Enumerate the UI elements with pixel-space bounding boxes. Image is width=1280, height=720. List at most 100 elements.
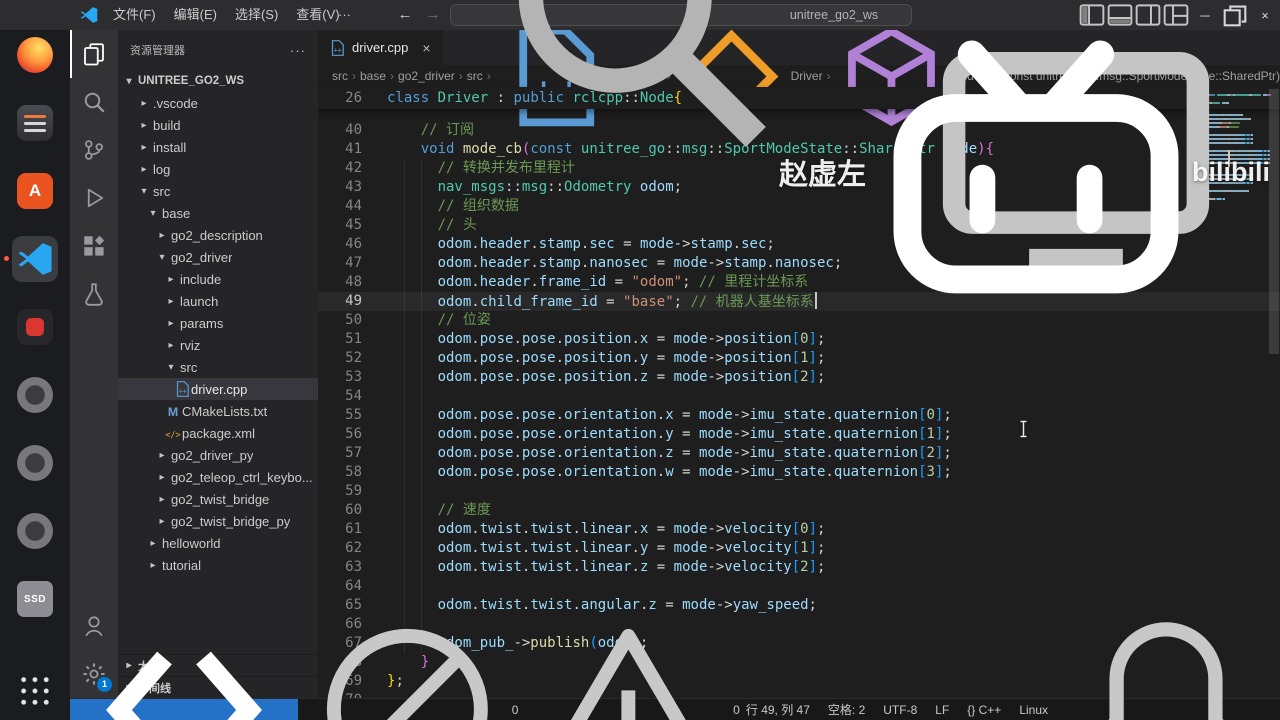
code-line-50[interactable]: 50 // 位姿 <box>318 311 1280 330</box>
tree-item-package.xml[interactable]: </> package.xml <box>118 422 318 444</box>
status-item-5[interactable]: Linux <box>1019 703 1048 717</box>
code-line-62[interactable]: 62 odom.twist.twist.linear.y = mode->vel… <box>318 539 1280 558</box>
restore-button[interactable] <box>1220 0 1250 30</box>
tree-item-go2_driver[interactable]: ▾ go2_driver <box>118 246 318 268</box>
tree-item-.vscode[interactable]: ▸ .vscode <box>118 92 318 114</box>
dock-item-gray-app-2[interactable] <box>12 440 58 486</box>
tree-item-driver.cpp[interactable]: ++ driver.cpp <box>118 378 318 400</box>
search-text: unitree_go2_ws <box>789 8 879 22</box>
dock-item-vscode[interactable] <box>4 236 58 282</box>
customize-layout-icon[interactable] <box>1162 0 1190 30</box>
chevron-right-icon: ▸ <box>141 163 147 175</box>
tree-item-helloworld[interactable]: ▸ helloworld <box>118 532 318 554</box>
explorer-icon <box>82 42 106 66</box>
status-item-0[interactable]: 行 49, 列 47 <box>746 701 810 718</box>
explorer-sidebar: 资源管理器 ··· ▾ UNITREE_GO2_WS ▸ .vscode ▸ buil… <box>118 30 318 698</box>
tree-item-log[interactable]: ▸ log <box>118 158 318 180</box>
tree-item-install[interactable]: ▸ install <box>118 136 318 158</box>
dock-item-files-app[interactable] <box>12 100 58 146</box>
code-line-59[interactable]: 59 <box>318 482 1280 501</box>
menu-item-0[interactable]: 文件(F) <box>104 0 165 30</box>
tree-item-params[interactable]: ▸ params <box>118 312 318 334</box>
tree-item-tutorial[interactable]: ▸ tutorial <box>118 554 318 576</box>
toggle-panel-icon[interactable] <box>1106 0 1134 30</box>
tree-item-include[interactable]: ▸ include <box>118 268 318 290</box>
tree-item-launch[interactable]: ▸ launch <box>118 290 318 312</box>
explorer-actions-button[interactable]: ··· <box>290 43 306 58</box>
chevron-right-icon: ▸ <box>159 229 165 241</box>
menu-item-2[interactable]: 选择(S) <box>226 0 287 30</box>
tab-close-icon[interactable]: × <box>422 40 430 56</box>
tree-item-build[interactable]: ▸ build <box>118 114 318 136</box>
breadcrumb-item-5[interactable]: Driver <box>791 69 823 83</box>
code-line-58[interactable]: 58 odom.pose.pose.orientation.w = mode->… <box>318 463 1280 482</box>
testing-icon <box>82 282 106 306</box>
status-item-2[interactable]: UTF-8 <box>883 703 917 717</box>
line-content: odom.pose.pose.position.z = mode->positi… <box>437 369 826 385</box>
breadcrumb-item-0[interactable]: src <box>332 69 348 83</box>
line-content: // 速度 <box>387 502 491 518</box>
line-number: 59 <box>345 483 362 499</box>
scrollbar-thumb[interactable] <box>1269 89 1279 354</box>
dock-item-ssd-drive[interactable]: SSD <box>12 576 58 622</box>
dock-item-ubuntu-software[interactable]: A <box>12 168 58 214</box>
svg-text:M: M <box>168 405 178 419</box>
tree-item-CMakeLists.txt[interactable]: M CMakeLists.txt <box>118 400 318 422</box>
xml-file-icon: </> <box>164 424 182 442</box>
display-dropdown-button[interactable] <box>926 7 1230 307</box>
search-box[interactable]: unitree_go2_ws <box>450 0 912 147</box>
code-line-51[interactable]: 51 odom.pose.pose.position.x = mode->pos… <box>318 330 1280 349</box>
menu-overflow-button[interactable]: ··· <box>330 0 359 30</box>
dock-item-media-app[interactable] <box>12 304 58 350</box>
problems-button[interactable]: 0 0 <box>306 608 746 720</box>
line-number: 62 <box>345 540 362 556</box>
tree-item-go2_twist_bridge_py[interactable]: ▸ go2_twist_bridge_py <box>118 510 318 532</box>
code-line-56[interactable]: 56 odom.pose.pose.orientation.y = mode->… <box>318 425 1280 444</box>
status-item-1[interactable]: 空格: 2 <box>828 701 865 718</box>
tree-item-go2_teleop_ctrl_keybo...[interactable]: ▸ go2_teleop_ctrl_keybo... <box>118 466 318 488</box>
code-line-64[interactable]: 64 <box>318 577 1280 596</box>
activity-testing-button[interactable] <box>70 270 118 318</box>
activity-explorer-button[interactable] <box>70 30 118 78</box>
status-item-3[interactable]: LF <box>935 703 949 717</box>
code-line-63[interactable]: 63 odom.twist.twist.linear.z = mode->vel… <box>318 558 1280 577</box>
status-item-4[interactable]: {} C++ <box>967 703 1001 717</box>
code-line-57[interactable]: 57 odom.pose.pose.orientation.z = mode->… <box>318 444 1280 463</box>
dock-item-gray-app-1[interactable] <box>12 372 58 418</box>
tree-item-src[interactable]: ▾ src <box>118 180 318 202</box>
tree-item-go2_twist_bridge[interactable]: ▸ go2_twist_bridge <box>118 488 318 510</box>
toggle-secondary-sidebar-icon[interactable] <box>1134 0 1162 30</box>
code-line-60[interactable]: 60 // 速度 <box>318 501 1280 520</box>
forward-button[interactable]: → <box>420 0 446 30</box>
code-line-52[interactable]: 52 odom.pose.pose.position.y = mode->pos… <box>318 349 1280 368</box>
code-line-61[interactable]: 61 odom.twist.twist.linear.x = mode->vel… <box>318 520 1280 539</box>
close-button[interactable]: × <box>1250 0 1280 30</box>
tab-driver-cpp[interactable]: ++ driver.cpp × <box>318 30 442 65</box>
menu-item-1[interactable]: 编辑(E) <box>165 0 226 30</box>
breadcrumb-item-2[interactable]: go2_driver <box>398 69 455 83</box>
tree-item-go2_driver_py[interactable]: ▸ go2_driver_py <box>118 444 318 466</box>
code-line-53[interactable]: 53 odom.pose.pose.position.z = mode->pos… <box>318 368 1280 387</box>
back-button[interactable]: ← <box>392 0 418 30</box>
breadcrumb-item-1[interactable]: base <box>360 69 386 83</box>
dock: A SSD <box>0 30 70 720</box>
activity-search-button[interactable] <box>70 78 118 126</box>
remote-indicator-button[interactable] <box>70 651 299 720</box>
dock-item-firefox[interactable] <box>12 32 58 78</box>
tree-item-go2_description[interactable]: ▸ go2_description <box>118 224 318 246</box>
show-applications-icon[interactable] <box>18 674 52 708</box>
code-line-54[interactable]: 54 <box>318 387 1280 406</box>
activity-extensions-button[interactable] <box>70 222 118 270</box>
minimize-button[interactable]: ─ <box>1190 0 1220 30</box>
tree-root-unitree-go2-ws[interactable]: ▾ UNITREE_GO2_WS <box>118 70 318 92</box>
activity-run-debug-button[interactable] <box>70 174 118 222</box>
breadcrumb-item-3[interactable]: src <box>467 69 483 83</box>
tree-item-src[interactable]: ▾ src <box>118 356 318 378</box>
code-line-55[interactable]: 55 odom.pose.pose.orientation.x = mode->… <box>318 406 1280 425</box>
tree-item-rviz[interactable]: ▸ rviz <box>118 334 318 356</box>
toggle-sidebar-icon[interactable] <box>1078 0 1106 30</box>
dock-item-gray-app-3[interactable] <box>12 508 58 554</box>
notifications-bell-icon[interactable] <box>1062 606 1280 720</box>
activity-source-control-button[interactable] <box>70 126 118 174</box>
tree-item-base[interactable]: ▾ base <box>118 202 318 224</box>
